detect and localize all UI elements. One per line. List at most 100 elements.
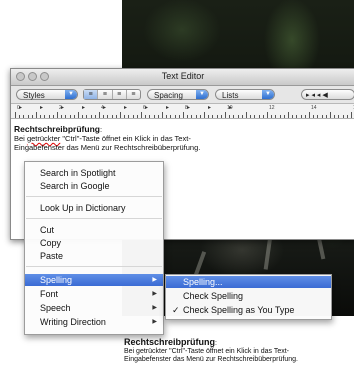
tab-stop-icon[interactable]: ▸ <box>103 104 106 111</box>
menu-item-look-up-dictionary[interactable]: Look Up in Dictionary <box>25 202 163 214</box>
ruler-tick <box>19 115 21 118</box>
menu-item-paste[interactable]: Paste <box>25 250 163 262</box>
tab-stop-icon[interactable]: ▸ <box>124 104 127 111</box>
menu-separator <box>26 266 162 267</box>
ruler-tick <box>99 112 100 118</box>
title-bar: Text Editor <box>11 69 354 86</box>
ruler-tick <box>321 115 323 118</box>
submenu-arrow-icon: ▶ <box>152 291 157 297</box>
ruler-tick <box>191 115 193 118</box>
align-right-icon[interactable]: ≡ <box>127 90 140 99</box>
ruler-tick <box>271 115 273 118</box>
menu-item-spelling[interactable]: Spelling ▶ <box>25 274 163 286</box>
menu-item-search-google[interactable]: Search in Google <box>25 180 163 192</box>
align-left-icon[interactable]: ≡ <box>84 90 99 99</box>
ruler-tick <box>90 115 92 118</box>
ruler-tick <box>15 112 16 118</box>
chevron-down-icon: ▼ <box>196 90 208 99</box>
styles-popup[interactable]: Styles ▼ <box>16 89 78 100</box>
tab-stop-icon[interactable]: ▸ <box>166 104 169 111</box>
ruler-tick <box>241 115 243 118</box>
ruler-tick <box>65 115 67 118</box>
ruler-tick <box>292 115 294 118</box>
ruler-tick <box>174 115 176 118</box>
menu-item-cut[interactable]: Cut <box>25 224 163 236</box>
ruler-number: 12 <box>269 105 275 111</box>
spacing-popup[interactable]: Spacing ▼ <box>147 89 209 100</box>
ruler-tick <box>120 112 121 118</box>
ruler-tick <box>128 115 130 118</box>
lists-label: Lists <box>222 91 239 100</box>
ruler-tick <box>162 112 163 118</box>
misspelled-word[interactable]: getrückter <box>27 134 60 143</box>
ruler-tick <box>300 115 302 118</box>
ruler-tick <box>94 115 96 118</box>
ruler-tick <box>40 115 42 118</box>
ruler-tick <box>103 115 105 118</box>
ruler-tick <box>153 115 155 118</box>
align-justify-icon[interactable]: ≡ <box>113 90 127 99</box>
ruler-tick <box>346 115 348 118</box>
menu-separator <box>26 196 162 197</box>
tab-stop-icon[interactable]: ▸ <box>61 104 64 111</box>
ruler-tick <box>220 115 222 118</box>
ruler-tick <box>124 115 126 118</box>
spacing-label: Spacing <box>154 91 183 100</box>
menu-item-speech[interactable]: Speech ▶ <box>25 302 163 314</box>
ruler-tick <box>208 115 210 118</box>
ruler-tick <box>338 115 340 118</box>
ruler-tick <box>44 115 46 118</box>
lists-popup[interactable]: Lists ▼ <box>215 89 275 100</box>
submenu-arrow-icon: ▶ <box>152 305 157 311</box>
format-toolbar: Styles ▼ ≡ ≡ ≡ ≡ Spacing ▼ Lists ▼ ▸ ◂ ◂… <box>11 86 354 104</box>
ruler[interactable]: 0246810121416▸▸▸▸▸▸▸▸▸▸▸ <box>11 104 354 119</box>
alignment-control[interactable]: ≡ ≡ ≡ ≡ <box>83 89 141 100</box>
ruler-tick <box>149 115 151 118</box>
caption-line-2: Eingabefenster das Menü zur Rechtschreib… <box>124 356 298 363</box>
tab-stop-icon[interactable]: ▸ <box>82 104 85 111</box>
tab-indent-control[interactable]: ▸ ◂ ◂ ◀ <box>301 89 354 100</box>
tab-stop-icon[interactable]: ▸ <box>229 104 232 111</box>
caption: Rechtschreibprüfung: Bei getrückter "Ctr… <box>124 337 298 364</box>
ruler-tick <box>212 115 214 118</box>
document-text[interactable]: Rechtschreibprüfung: Bei getrückter "Ctr… <box>14 125 200 153</box>
submenu-item-check-as-you-type[interactable]: ✓ Check Spelling as You Type <box>166 304 331 316</box>
align-center-icon[interactable]: ≡ <box>98 90 113 99</box>
submenu-item-check-spelling[interactable]: Check Spelling <box>166 290 331 302</box>
menu-item-writing-direction[interactable]: Writing Direction ▶ <box>25 316 163 328</box>
chevron-down-icon: ▼ <box>65 90 77 99</box>
ruler-tick <box>296 115 298 118</box>
ruler-tick <box>57 112 58 118</box>
tab-stop-icon[interactable]: ▸ <box>208 104 211 111</box>
ruler-tick <box>334 115 336 118</box>
submenu-item-spelling-panel[interactable]: Spelling... <box>166 276 331 288</box>
ruler-number: 14 <box>311 105 317 111</box>
menu-item-font[interactable]: Font ▶ <box>25 288 163 300</box>
ruler-tick <box>317 115 319 118</box>
styles-label: Styles <box>23 91 45 100</box>
tab-stop-icon[interactable]: ▸ <box>19 104 22 111</box>
tab-stop-icon[interactable]: ▸ <box>187 104 190 111</box>
ruler-tick <box>52 115 54 118</box>
ruler-tick <box>313 115 315 118</box>
ruler-tick <box>157 115 159 118</box>
ruler-tick <box>36 112 37 118</box>
tab-stop-icon[interactable]: ▸ <box>145 104 148 111</box>
ruler-tick <box>262 115 264 118</box>
ruler-tick <box>78 112 79 118</box>
chevron-down-icon: ▼ <box>262 90 274 99</box>
ruler-tick <box>82 115 84 118</box>
ruler-tick <box>325 115 327 118</box>
ruler-tick <box>288 112 289 118</box>
submenu-arrow-icon: ▶ <box>152 319 157 325</box>
ruler-tick <box>279 115 281 118</box>
menu-item-copy[interactable]: Copy <box>25 237 163 249</box>
ruler-tick <box>309 112 310 118</box>
menu-item-search-spotlight[interactable]: Search in Spotlight <box>25 167 163 179</box>
ruler-tick <box>225 112 226 118</box>
ruler-tick <box>342 115 344 118</box>
ruler-tick <box>31 115 33 118</box>
ruler-tick <box>86 115 88 118</box>
tab-stop-icon[interactable]: ▸ <box>40 104 43 111</box>
ruler-tick <box>187 115 189 118</box>
